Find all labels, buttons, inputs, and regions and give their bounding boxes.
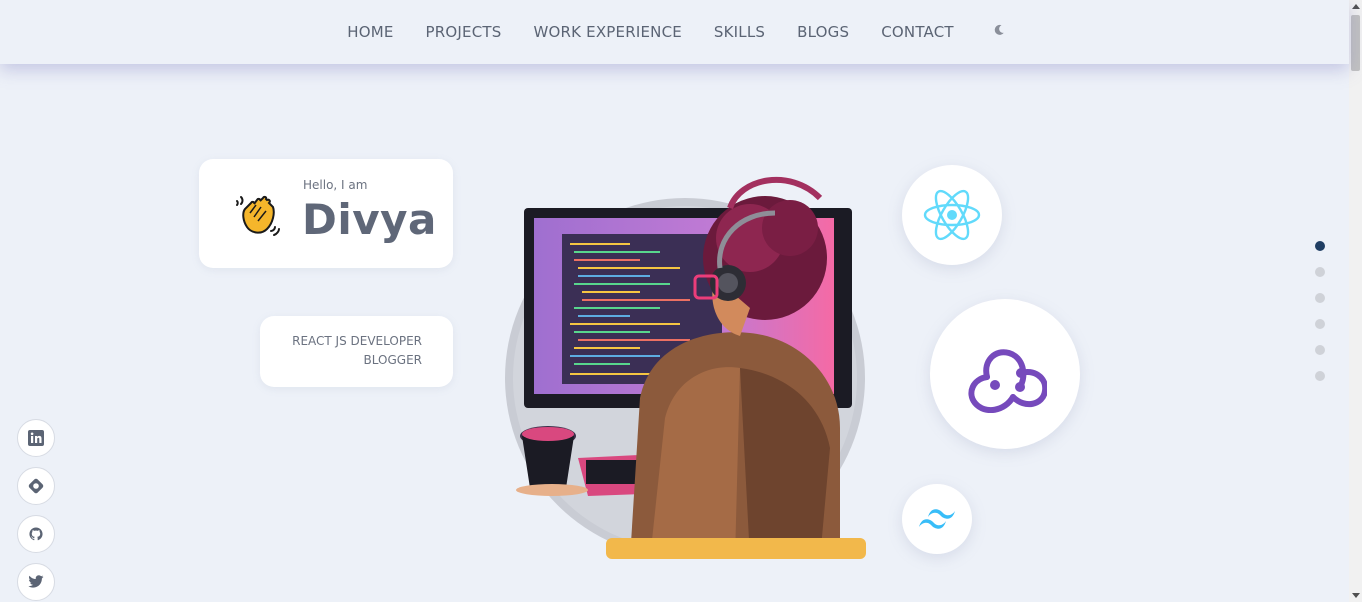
nav-item-skills[interactable]: SKILLS	[714, 23, 765, 41]
twitter-icon	[28, 575, 44, 588]
react-icon	[902, 165, 1002, 265]
greeting-card: Hello, I am Divya	[199, 159, 453, 268]
page-scrollbar[interactable]	[1349, 0, 1362, 602]
tailwind-icon	[902, 484, 972, 554]
name-heading: Divya	[302, 195, 437, 244]
greeting-text: Hello, I am	[303, 178, 368, 192]
hashnode-button[interactable]	[17, 467, 55, 505]
hashnode-icon	[28, 478, 44, 494]
nav-item-contact[interactable]: CONTACT	[881, 23, 954, 41]
section-dot-1[interactable]	[1315, 241, 1325, 251]
github-button[interactable]	[17, 515, 55, 553]
section-dot-6[interactable]	[1315, 371, 1325, 381]
developer-illustration	[490, 168, 870, 559]
linkedin-icon	[28, 430, 44, 446]
nav-item-work-experience[interactable]: WORK EXPERIENCE	[533, 23, 681, 41]
section-dot-5[interactable]	[1315, 345, 1325, 355]
nav-item-projects[interactable]: PROJECTS	[426, 23, 502, 41]
top-navbar: HOME PROJECTS WORK EXPERIENCE SKILLS BLO…	[0, 0, 1349, 64]
scroll-down-arrow-icon[interactable]	[1352, 593, 1360, 598]
github-icon	[29, 527, 43, 541]
role-developer: REACT JS DEVELOPER	[292, 334, 422, 348]
linkedin-button[interactable]	[17, 419, 55, 457]
moon-icon[interactable]	[992, 22, 1006, 36]
nav-item-home[interactable]: HOME	[347, 23, 393, 41]
redux-icon	[930, 299, 1080, 449]
section-dot-4[interactable]	[1315, 319, 1325, 329]
section-dot-2[interactable]	[1315, 267, 1325, 277]
section-dots	[1315, 241, 1325, 397]
section-dot-3[interactable]	[1315, 293, 1325, 303]
role-card: REACT JS DEVELOPER BLOGGER	[260, 316, 453, 387]
scroll-up-arrow-icon[interactable]	[1352, 4, 1360, 9]
twitter-button[interactable]	[17, 563, 55, 601]
waving-hand-icon	[233, 191, 281, 239]
nav-item-blogs[interactable]: BLOGS	[797, 23, 849, 41]
nav-links: HOME PROJECTS WORK EXPERIENCE SKILLS BLO…	[347, 23, 1006, 41]
scrollbar-thumb[interactable]	[1351, 15, 1360, 71]
role-blogger: BLOGGER	[363, 353, 422, 367]
